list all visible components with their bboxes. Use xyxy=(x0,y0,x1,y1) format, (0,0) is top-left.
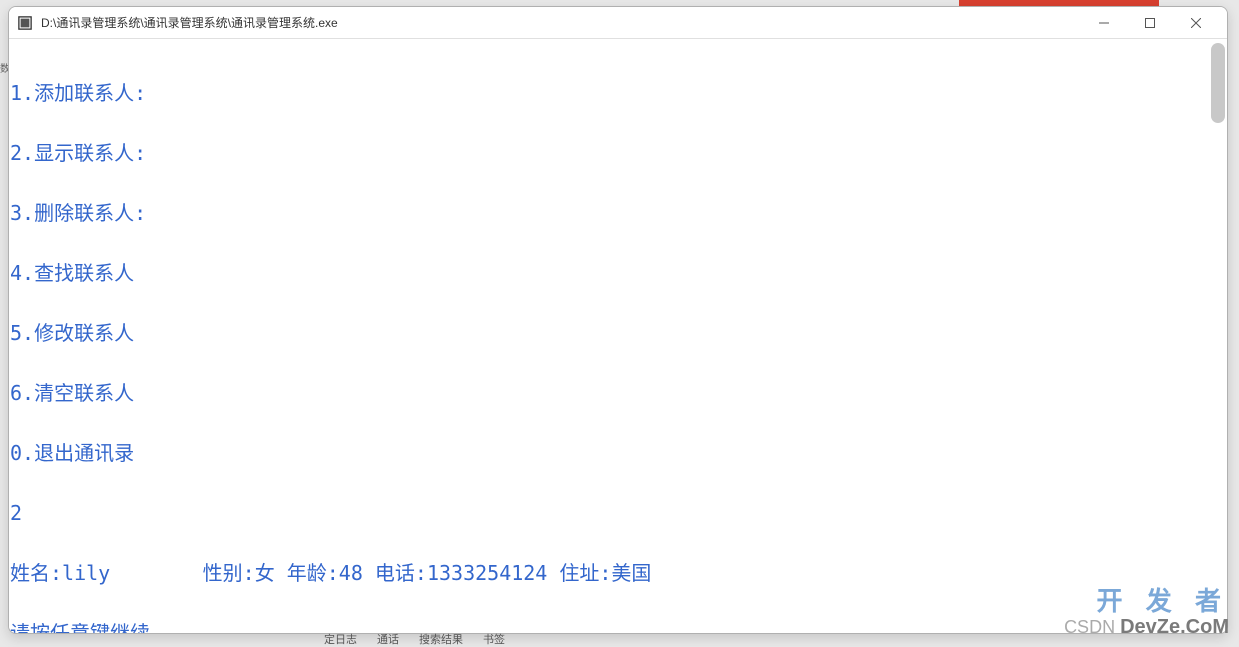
taskbar-item: 搜索结果 xyxy=(415,631,467,647)
menu-item-5: 5.修改联系人 xyxy=(10,323,1226,343)
maximize-button[interactable] xyxy=(1127,8,1173,38)
user-input: 2 xyxy=(10,503,1226,523)
background-left-text: 数 xyxy=(0,60,8,80)
console-window: D:\通讯录管理系统\通讯录管理系统\通讯录管理系统.exe 1.添加联系人: … xyxy=(8,6,1228,634)
menu-item-6: 6.清空联系人 xyxy=(10,383,1226,403)
menu-item-2: 2.显示联系人: xyxy=(10,143,1226,163)
taskbar-item: 通话 xyxy=(373,631,403,647)
taskbar-peek: 定日志 通话 搜索结果 书签 xyxy=(320,631,509,647)
menu-item-4: 4.查找联系人 xyxy=(10,263,1226,283)
menu-item-3: 3.删除联系人: xyxy=(10,203,1226,223)
menu-item-0: 0.退出通讯录 xyxy=(10,443,1226,463)
continue-prompt: 请按任意键继续. . . xyxy=(10,623,1226,633)
window-controls xyxy=(1081,8,1219,38)
taskbar-item: 定日志 xyxy=(320,631,361,647)
taskbar-item: 书签 xyxy=(479,631,509,647)
contact-record: 姓名:lily 性别:女 年龄:48 电话:1333254124 住址:美国 xyxy=(10,563,1226,583)
app-icon xyxy=(17,15,33,31)
console-body[interactable]: 1.添加联系人: 2.显示联系人: 3.删除联系人: 4.查找联系人 5.修改联… xyxy=(9,39,1227,633)
close-button[interactable] xyxy=(1173,8,1219,38)
scrollbar-thumb[interactable] xyxy=(1211,43,1225,123)
window-title: D:\通讯录管理系统\通讯录管理系统\通讯录管理系统.exe xyxy=(41,14,1081,31)
titlebar[interactable]: D:\通讯录管理系统\通讯录管理系统\通讯录管理系统.exe xyxy=(9,7,1227,39)
minimize-button[interactable] xyxy=(1081,8,1127,38)
menu-item-1: 1.添加联系人: xyxy=(10,83,1226,103)
console-output: 1.添加联系人: 2.显示联系人: 3.删除联系人: 4.查找联系人 5.修改联… xyxy=(10,43,1226,633)
